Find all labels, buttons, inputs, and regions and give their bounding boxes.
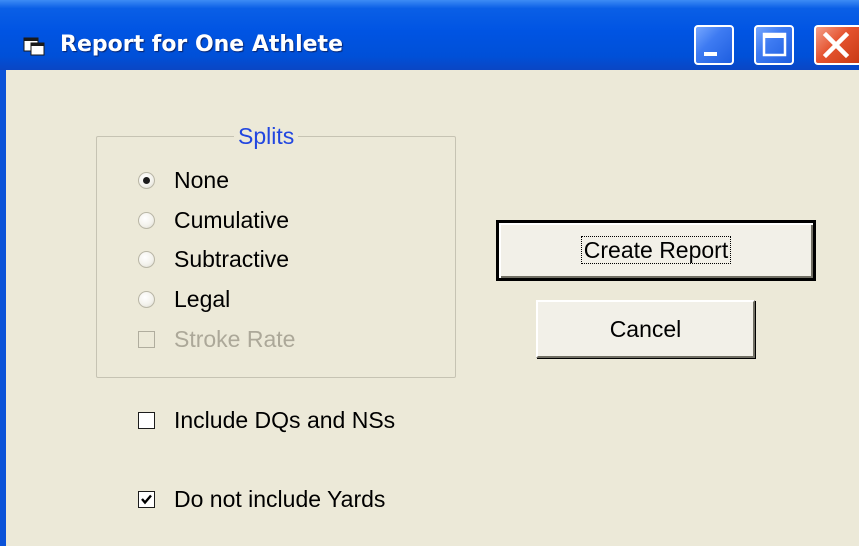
checkbox-label-include-dqs: Include DQs and NSs xyxy=(174,407,396,433)
radio-label-none: None xyxy=(174,167,229,193)
cancel-label: Cancel xyxy=(609,316,682,342)
dialog-client-area: Splits None Cumulative Subtractive Legal… xyxy=(6,70,859,546)
checkmark-icon xyxy=(141,494,152,505)
radio-selected-indicator[interactable] xyxy=(138,172,155,189)
minimize-icon xyxy=(704,52,717,56)
checkbox-box-checked[interactable] xyxy=(138,491,155,508)
radio-indicator[interactable] xyxy=(138,291,155,308)
minimize-button[interactable] xyxy=(694,25,734,65)
maximize-button[interactable] xyxy=(754,25,794,65)
dialog-window: Report for One Athlete Splits None Cumul… xyxy=(0,0,859,546)
checkbox-label-no-yards: Do not include Yards xyxy=(174,486,386,512)
checkbox-label-stroke-rate: Stroke Rate xyxy=(174,326,296,352)
splits-group-title: Splits xyxy=(234,122,299,150)
create-report-button[interactable]: Create Report xyxy=(496,220,816,281)
app-window-icon xyxy=(22,36,46,56)
checkbox-box-disabled xyxy=(138,331,155,348)
radio-label-cumulative: Cumulative xyxy=(174,207,290,233)
close-icon xyxy=(822,31,850,59)
cancel-button[interactable]: Cancel xyxy=(536,300,755,358)
radio-indicator[interactable] xyxy=(138,212,155,229)
radio-label-subtractive: Subtractive xyxy=(174,246,290,272)
maximize-icon xyxy=(762,32,787,57)
title-bar[interactable]: Report for One Athlete xyxy=(0,0,859,70)
radio-indicator[interactable] xyxy=(138,251,155,268)
radio-label-legal: Legal xyxy=(174,286,231,312)
close-button[interactable] xyxy=(814,25,859,65)
window-title: Report for One Athlete xyxy=(60,32,343,57)
create-report-label: Create Report xyxy=(580,236,732,264)
checkbox-box[interactable] xyxy=(138,412,155,429)
